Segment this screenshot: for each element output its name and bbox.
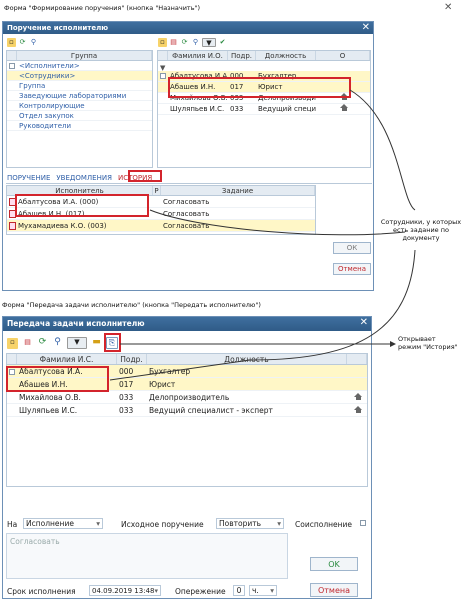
annotation-arrows — [109, 89, 416, 381]
arrow-staff-top — [349, 89, 416, 211]
arrow-history-grid — [149, 209, 406, 236]
arrow-staff-bottom — [109, 249, 416, 381]
